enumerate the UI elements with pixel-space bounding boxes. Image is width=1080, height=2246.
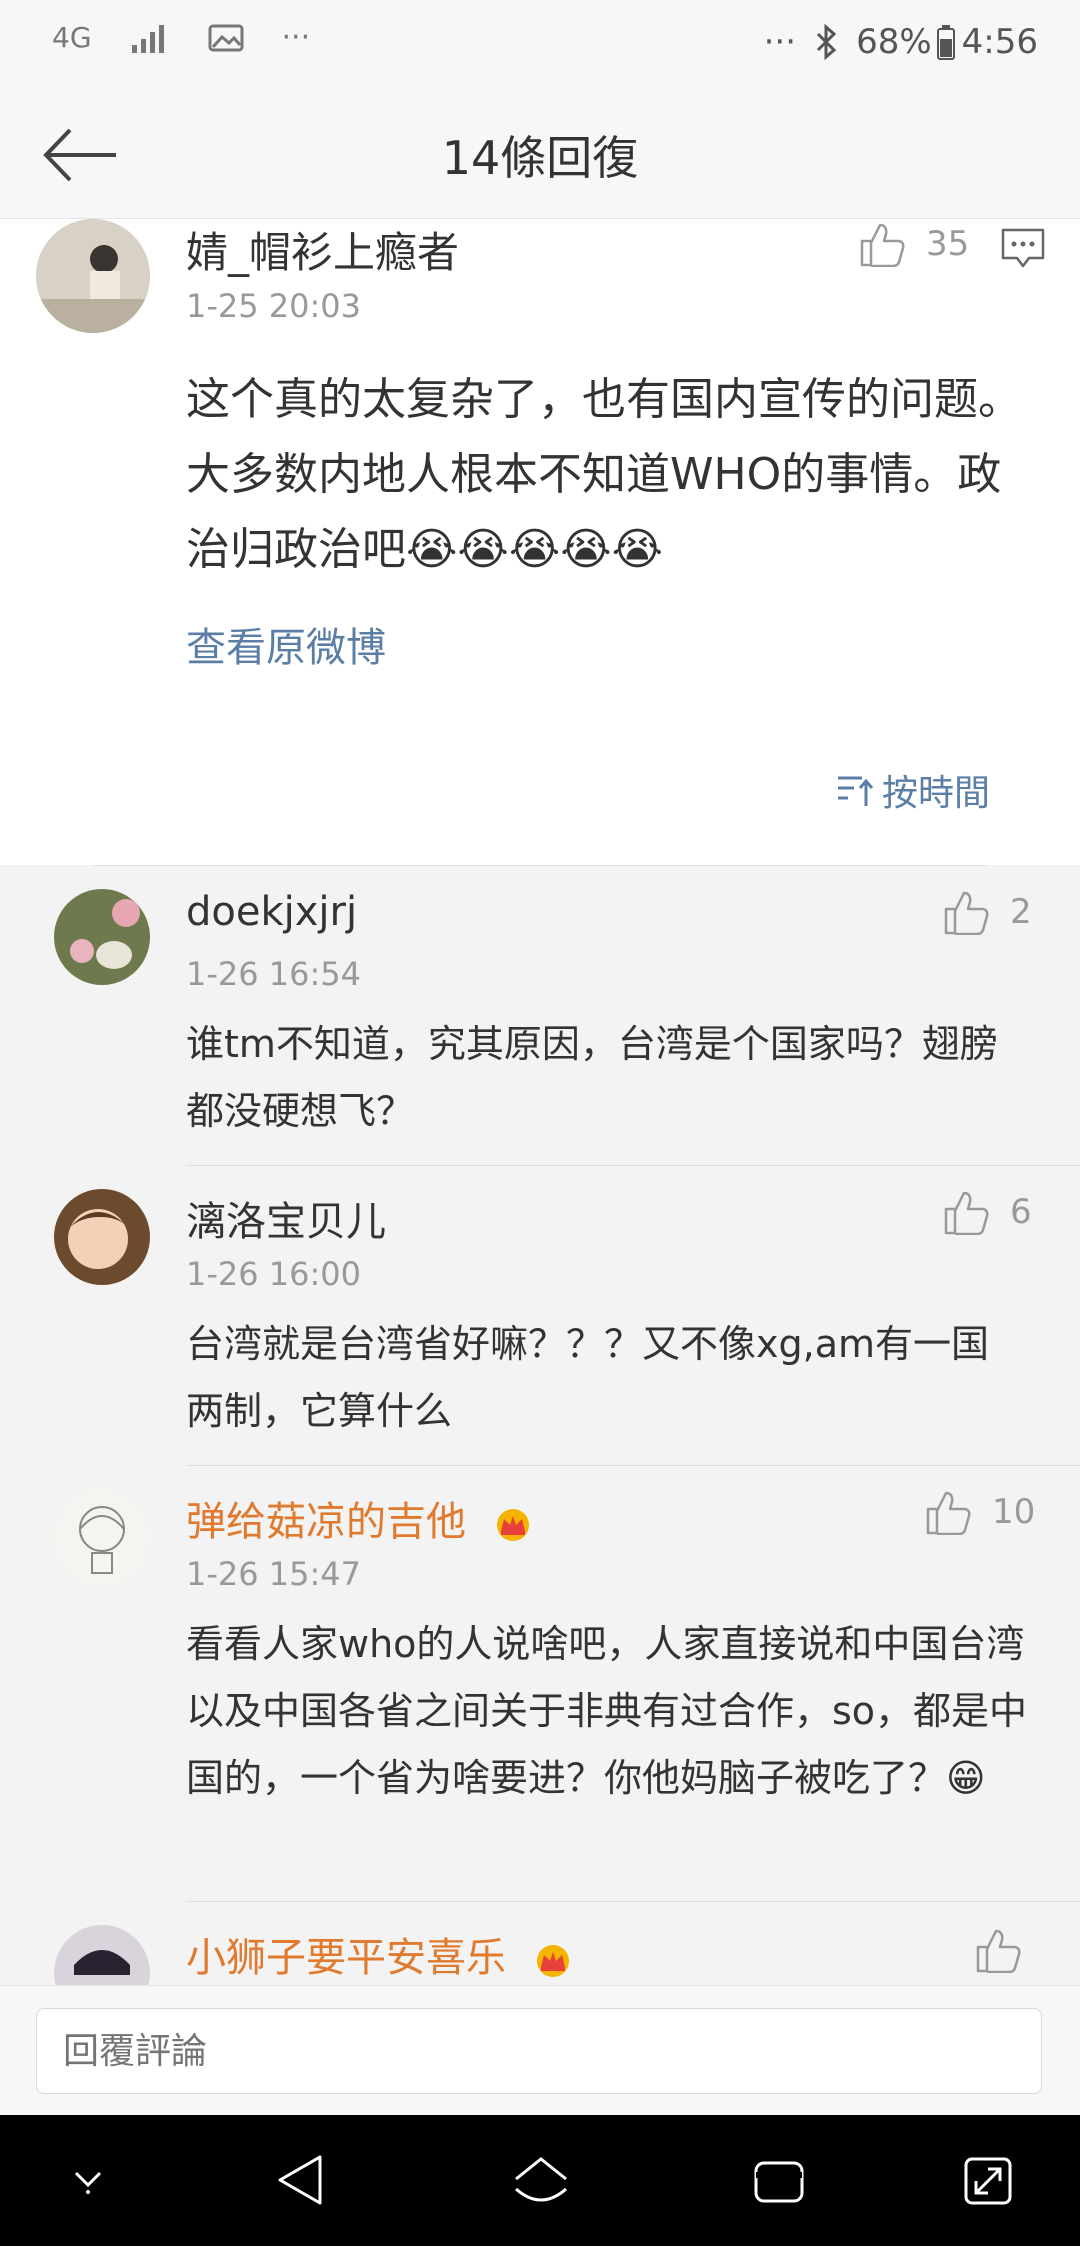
- main-comment: 婧_帽衫上瘾者 1-25 20:03 35 这个真的太复杂了，也有国内宣传的问题…: [0, 219, 1080, 865]
- reply-author[interactable]: 小狮子要平安喜乐: [186, 1925, 575, 1983]
- system-nav-bar: [0, 2115, 1080, 2246]
- like-button[interactable]: 6: [942, 1189, 1032, 1235]
- replies-list: doekjxjrj 1-26 16:54 2 谁tm不知道，究其原因，台湾是个国…: [0, 865, 1080, 1985]
- image-notification-icon: [208, 24, 244, 51]
- thumbs-up-icon: [976, 1929, 1021, 1973]
- thumbs-up-icon: [860, 223, 905, 267]
- reply-time: 1-26 16:54: [186, 955, 362, 993]
- home-icon[interactable]: [512, 2155, 570, 2207]
- reply-author[interactable]: doekjxjrj: [186, 889, 357, 935]
- like-button[interactable]: 35: [858, 221, 969, 267]
- reply-time: 1-26 16:00: [186, 1255, 362, 1293]
- reply-author[interactable]: 漓洛宝贝儿: [186, 1189, 386, 1247]
- thumbs-up-icon: [944, 1191, 989, 1235]
- sort-label: 按時間: [882, 773, 991, 814]
- like-count: 35: [926, 224, 970, 264]
- page-title: 14條回復: [441, 131, 639, 185]
- back-triangle-icon[interactable]: [276, 2153, 324, 2207]
- reply-item: doekjxjrj 1-26 16:54 2 谁tm不知道，究其原因，台湾是个国…: [0, 889, 1080, 1189]
- status-left: 4G ···: [52, 20, 310, 55]
- comment-time: 1-25 20:03: [186, 287, 362, 325]
- like-count: 6: [1010, 1192, 1032, 1232]
- avatar[interactable]: [54, 1189, 150, 1285]
- recent-apps-icon[interactable]: [752, 2159, 806, 2205]
- divider: [186, 1901, 1080, 1902]
- reply-comment-icon[interactable]: [1000, 227, 1046, 271]
- reply-body: 看看人家who的人说啥吧，人家直接说和中国台湾以及中国各省之间关于非典有过合作，…: [186, 1622, 1028, 1800]
- avatar[interactable]: [36, 219, 150, 333]
- bluetooth-icon: [817, 24, 837, 60]
- reply-time: 1-26 15:47: [186, 1555, 362, 1593]
- more-status: ···: [763, 22, 797, 62]
- battery-percent: 68%: [856, 22, 932, 62]
- network-indicator: 4G: [52, 21, 92, 54]
- thumbs-up-icon: [944, 891, 989, 935]
- like-count: 10: [992, 1492, 1036, 1532]
- reply-author-name: 弹给菇凉的吉他: [186, 1499, 466, 1545]
- reply-body: 谁tm不知道，究其原因，台湾是个国家吗？翅膀都没硬想飞？: [186, 1022, 998, 1133]
- like-button[interactable]: [974, 1927, 1022, 1973]
- reply-body: 台湾就是台湾省好嘛？？？又不像xg,am有一国两制，它算什么: [186, 1322, 989, 1433]
- view-original-link[interactable]: 查看原微博: [186, 615, 386, 673]
- expand-screen-icon[interactable]: [962, 2155, 1014, 2207]
- more-notifications: ···: [281, 20, 311, 55]
- reply-bar: [0, 1985, 1080, 2116]
- avatar[interactable]: [54, 1489, 150, 1585]
- comment-author[interactable]: 婧_帽衫上瘾者: [186, 219, 459, 280]
- divider: [94, 865, 986, 866]
- reply-input[interactable]: [36, 2008, 1042, 2094]
- sort-icon: [838, 776, 874, 806]
- like-count: 2: [1010, 892, 1032, 932]
- battery-icon: [936, 25, 955, 60]
- chevron-down-icon[interactable]: [68, 2165, 108, 2195]
- clock: 4:56: [961, 22, 1038, 62]
- reply-item: 漓洛宝贝儿 1-26 16:00 6 台湾就是台湾省好嘛？？？又不像xg,am有…: [0, 1189, 1080, 1489]
- header: 14條回復: [0, 90, 1080, 219]
- status-bar: 4G ··· ··· 68% 4:56: [0, 0, 1080, 90]
- thumbs-up-icon: [926, 1491, 971, 1535]
- divider: [186, 1465, 1080, 1466]
- avatar[interactable]: [54, 889, 150, 985]
- signal-icon: [131, 24, 164, 53]
- vip-crown-icon: [536, 1945, 569, 1977]
- like-button[interactable]: 2: [942, 889, 1032, 935]
- like-button[interactable]: 10: [924, 1489, 1035, 1535]
- vip-crown-icon: [496, 1509, 529, 1541]
- reply-item: 小狮子要平安喜乐: [0, 1925, 1080, 1985]
- reply-author-name: 小狮子要平安喜乐: [186, 1935, 506, 1981]
- status-right: ··· 68% 4:56: [764, 22, 1038, 62]
- comment-body: 这个真的太复杂了，也有国内宣传的问题。大多数内地人根本不知道WHO的事情。政治归…: [186, 374, 1022, 575]
- sort-by-time-button[interactable]: 按時間: [836, 764, 990, 816]
- reply-author[interactable]: 弹给菇凉的吉他: [186, 1489, 535, 1547]
- avatar[interactable]: [54, 1925, 150, 1985]
- divider: [186, 1165, 1080, 1166]
- reply-item: 弹给菇凉的吉他 1-26 15:47 10 看看人家who的人说啥吧，人家直接说…: [0, 1489, 1080, 1909]
